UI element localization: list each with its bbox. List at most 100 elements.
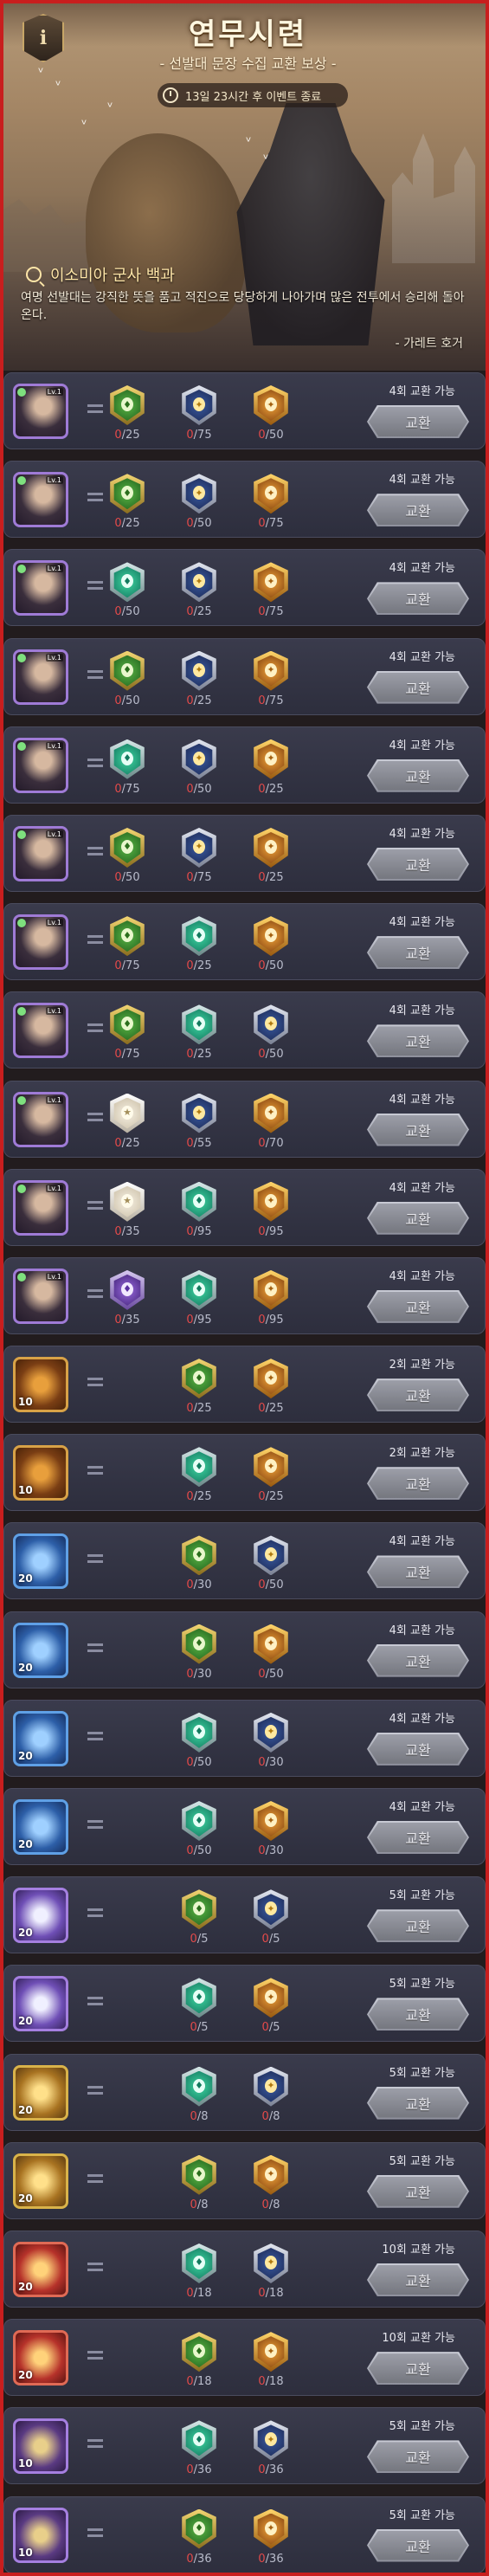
reward-hero-portrait[interactable]: Lv.1 — [13, 1179, 68, 1236]
cost-progress: 0/50 — [100, 605, 154, 618]
reward-hero-portrait[interactable]: Lv.1 — [13, 737, 68, 793]
cost-item: ♦ 0/50 — [100, 562, 154, 618]
cost-progress: 0/25 — [172, 1490, 226, 1503]
rarity-gem-icon — [17, 388, 26, 397]
exchange-row: Lv.1 ♦ 0/35 ♦ 0/95 ✦ 0/95 4회 교환 가능 교환 — [3, 1256, 486, 1334]
required-count: /8 — [268, 2109, 280, 2123]
exchange-button[interactable]: 교환 — [367, 1821, 469, 1854]
exchange-button[interactable]: 교환 — [367, 1732, 469, 1766]
exchange-button[interactable]: 교환 — [367, 1024, 469, 1058]
reward-item-icon[interactable]: 20 — [13, 1799, 68, 1855]
cost-progress: 0/50 — [244, 1668, 298, 1681]
exchange-button[interactable]: 교환 — [367, 759, 469, 792]
owned-count: 0 — [186, 1048, 194, 1062]
reward-item-icon[interactable]: 20 — [13, 1976, 68, 2032]
gold-emblem-icon: ✦ — [252, 2332, 290, 2373]
cost-progress: 0/95 — [172, 1225, 226, 1238]
required-count: /50 — [265, 429, 284, 442]
cost-item: ♦ 0/95 — [172, 1269, 226, 1327]
owned-count: 0 — [114, 782, 122, 796]
reward-hero-portrait[interactable]: Lv.1 — [13, 1268, 68, 1324]
exchange-button[interactable]: 교환 — [367, 1998, 469, 2031]
required-count: /95 — [265, 1313, 284, 1327]
exchange-button[interactable]: 교환 — [367, 1467, 469, 1501]
reward-hero-portrait[interactable]: Lv.1 — [13, 1091, 68, 1147]
reward-item-icon[interactable]: 10 — [13, 2418, 68, 2475]
teal-emblem-icon: ♦ — [180, 2420, 218, 2461]
exchange-button[interactable]: 교환 — [367, 936, 469, 970]
exchange-button-label: 교환 — [405, 2450, 431, 2467]
castle-illustration — [392, 133, 475, 263]
cost-item: ✦ 0/50 — [172, 474, 226, 530]
cost-progress: 0/75 — [172, 871, 226, 884]
rarity-gem-icon — [17, 476, 26, 486]
item-quantity: 10 — [18, 1484, 33, 1497]
exchange-button-label: 교환 — [405, 856, 431, 874]
exchange-button[interactable]: 교환 — [367, 405, 469, 438]
reward-item-icon[interactable]: 20 — [13, 1622, 68, 1678]
owned-count: 0 — [258, 2463, 266, 2477]
owned-count: 0 — [186, 2375, 194, 2389]
reward-hero-portrait[interactable]: Lv.1 — [13, 649, 68, 705]
reward-hero-portrait[interactable]: Lv.1 — [13, 825, 68, 881]
reward-item-icon[interactable]: 10 — [13, 2507, 68, 2563]
reward-item-icon[interactable]: 20 — [13, 1533, 68, 1590]
reward-hero-portrait[interactable]: Lv.1 — [13, 472, 68, 528]
reward-hero-portrait[interactable]: Lv.1 — [13, 914, 68, 971]
exchange-button[interactable]: 교환 — [367, 2528, 469, 2562]
rarity-gem-icon — [17, 1184, 26, 1193]
exchange-button[interactable]: 교환 — [367, 1289, 469, 1323]
exchange-button-label: 교환 — [405, 2538, 431, 2555]
exchange-limit: 10회 교환 가능 — [382, 2243, 455, 2256]
reward-hero-portrait[interactable]: Lv.1 — [13, 1003, 68, 1059]
silver-emblem-icon: ✦ — [252, 1004, 290, 1045]
cost-item: ♦ 0/50 — [172, 1712, 226, 1769]
cost-item: ♦ 0/30 — [172, 1535, 226, 1591]
exchange-button[interactable]: 교환 — [367, 1378, 469, 1412]
exchange-button[interactable]: 교환 — [367, 1555, 469, 1589]
teal-emblem-icon: ♦ — [180, 1978, 218, 2018]
exchange-button[interactable]: 교환 — [367, 1643, 469, 1677]
clock-icon — [163, 87, 178, 103]
exchange-button[interactable]: 교환 — [367, 1909, 469, 1943]
owned-count: 0 — [186, 1755, 194, 1769]
gold-emblem-icon: ✦ — [252, 562, 290, 603]
cost-item: ♦ 0/35 — [100, 1269, 154, 1327]
exchange-button[interactable]: 교환 — [367, 1201, 469, 1235]
cost-item: ✦ 0/50 — [172, 739, 226, 796]
exchange-button[interactable]: 교환 — [367, 582, 469, 616]
lore-link[interactable]: 이소미아 군사 백과 — [26, 263, 175, 286]
reward-item-icon[interactable]: 10 — [13, 1357, 68, 1413]
reward-item-icon[interactable]: 10 — [13, 1445, 68, 1501]
equals-icon — [87, 2439, 103, 2449]
owned-count: 0 — [186, 1579, 194, 1592]
exchange-button[interactable]: 교환 — [367, 2174, 469, 2208]
reward-item-icon[interactable]: 20 — [13, 2330, 68, 2386]
required-count: /25 — [193, 959, 212, 973]
exchange-button[interactable]: 교환 — [367, 670, 469, 704]
reward-item-icon[interactable]: 20 — [13, 1888, 68, 1944]
cost-item: ✦ 0/55 — [172, 1093, 226, 1150]
exchange-button[interactable]: 교환 — [367, 2086, 469, 2120]
exchange-button-label: 교환 — [405, 1299, 431, 1316]
reward-item-icon[interactable]: 20 — [13, 2064, 68, 2121]
reward-hero-portrait[interactable]: Lv.1 — [13, 384, 68, 439]
reward-item-icon[interactable]: 20 — [13, 2153, 68, 2209]
silver-emblem-icon: ✦ — [252, 2420, 290, 2461]
exchange-row: Lv.1 ♦ 0/75 ✦ 0/50 ✦ 0/25 4회 교환 가능 교환 — [3, 726, 486, 804]
cost-progress: 0/75 — [244, 694, 298, 707]
exchange-button[interactable]: 교환 — [367, 2263, 469, 2296]
gold-emblem-icon: ✦ — [252, 1359, 290, 1399]
exchange-button[interactable]: 교환 — [367, 2352, 469, 2386]
cost-progress: 0/5 — [172, 2021, 226, 2034]
exchange-button[interactable]: 교환 — [367, 847, 469, 881]
cost-progress: 0/30 — [244, 1756, 298, 1769]
exchange-button-label: 교환 — [405, 1565, 431, 1582]
reward-item-icon[interactable]: 20 — [13, 1710, 68, 1766]
exchange-button[interactable]: 교환 — [367, 1113, 469, 1146]
reward-hero-portrait[interactable]: Lv.1 — [13, 560, 68, 617]
exchange-button[interactable]: 교환 — [367, 494, 469, 527]
reward-item-icon[interactable]: 20 — [13, 2241, 68, 2297]
screen-frame: ᵛ ᵛ ᵛ ᵛ ᵛ ᵛ i 연무시련 - 선발대 문장 수집 교환 보상 - 1… — [0, 0, 489, 2576]
exchange-button[interactable]: 교환 — [367, 2440, 469, 2474]
